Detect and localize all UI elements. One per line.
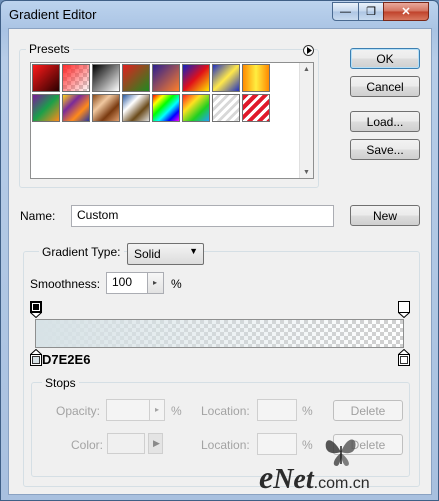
gradient-type-label: Gradient Type: (39, 245, 124, 259)
opacity-location-unit: % (302, 404, 313, 418)
opacity-input[interactable] (106, 399, 150, 421)
dialog-client-area: Presets ▲ ▼ OK Cancel Load... Save... Na… (8, 28, 432, 495)
preset-swatch-fill (93, 95, 119, 121)
preset-swatch-blue-yellow-blue[interactable] (212, 64, 240, 92)
scroll-down-icon[interactable]: ▼ (303, 169, 310, 176)
gradient-preview-bar[interactable] (35, 319, 404, 348)
opacity-location-input[interactable] (257, 399, 297, 421)
preset-swatch-transparent-stripes[interactable] (212, 94, 240, 122)
preset-swatch-fill (33, 65, 59, 91)
preset-swatch-blue-red-yellow[interactable] (182, 64, 210, 92)
arrow-right-icon: ▸ (155, 405, 160, 414)
new-button[interactable]: New (350, 205, 420, 226)
preset-swatch-red-black[interactable] (32, 64, 60, 92)
opacity-stop-right[interactable] (398, 301, 410, 318)
preset-swatch-fill (153, 95, 179, 121)
name-input[interactable]: Custom (71, 205, 334, 227)
stops-label: Stops (42, 376, 79, 390)
window-title: Gradient Editor (9, 7, 97, 22)
smoothness-label: Smoothness: (30, 277, 101, 291)
gradient-fill (36, 320, 403, 347)
gradient-group: Gradient Type: Solid ▼ Smoothness: 100 ▸… (23, 243, 420, 487)
preset-swatch-violet-green-orange[interactable] (32, 94, 60, 122)
minimize-button[interactable]: — (332, 2, 359, 21)
preset-swatch-fill (183, 65, 209, 91)
preset-swatch-fill (123, 65, 149, 91)
opacity-unit: % (171, 404, 182, 418)
preset-swatch-red-stripes[interactable] (242, 94, 270, 122)
watermark-net: Net (273, 464, 314, 495)
smoothness-unit: % (171, 277, 182, 291)
color-hex-readout: D7E2E6 (42, 352, 91, 367)
gradient-editor-window: Gradient Editor — ❐ ✕ Presets ▲ ▼ OK Can… (0, 0, 439, 501)
title-bar[interactable]: Gradient Editor — ❐ ✕ (1, 1, 438, 29)
preset-swatch-fill (213, 95, 239, 121)
opacity-location-label: Location: (201, 404, 250, 418)
watermark-e: e (259, 459, 274, 495)
load-button[interactable]: Load... (350, 111, 420, 132)
preset-swatch-fill (183, 95, 209, 121)
opacity-stop-left[interactable] (30, 301, 42, 318)
preset-swatch-orange-yellow-orange[interactable] (242, 64, 270, 92)
preset-swatch-chrome[interactable] (122, 94, 150, 122)
color-location-input[interactable] (257, 433, 297, 455)
presets-scrollbar[interactable]: ▲ ▼ (299, 63, 313, 178)
close-icon: ✕ (401, 6, 411, 18)
arrow-right-icon: ▶ (153, 438, 160, 448)
color-label: Color: (71, 438, 104, 452)
presets-group: Presets ▲ ▼ (19, 42, 319, 188)
preset-swatch-fill (93, 65, 119, 91)
opacity-delete-button[interactable]: Delete (333, 400, 403, 421)
preset-swatch-fill (153, 65, 179, 91)
opacity-slider-button[interactable]: ▸ (149, 399, 165, 421)
presets-list[interactable]: ▲ ▼ (30, 62, 314, 179)
opacity-label: Opacity: (56, 404, 101, 418)
preset-swatch-yellow-violet-orange-blue[interactable] (62, 94, 90, 122)
color-location-unit: % (302, 438, 313, 452)
gradient-type-value: Solid (134, 247, 161, 261)
color-location-label: Location: (201, 438, 250, 452)
smoothness-input[interactable]: 100 (106, 272, 148, 294)
color-stop-right[interactable] (398, 349, 410, 366)
preset-swatch-spectrum[interactable] (152, 94, 180, 122)
preset-swatch-violet-orange[interactable] (152, 64, 180, 92)
watermark-domain: .com.cn (313, 475, 370, 492)
preset-swatch-transparent-rainbow[interactable] (182, 94, 210, 122)
preset-swatch-grid (32, 64, 292, 130)
preset-swatch-red-green[interactable] (122, 64, 150, 92)
ok-button[interactable]: OK (350, 48, 420, 69)
name-label: Name: (20, 209, 56, 223)
preset-swatch-fill (243, 65, 269, 91)
close-button[interactable]: ✕ (383, 2, 429, 21)
presets-label: Presets (26, 42, 73, 56)
color-stop-left[interactable] (30, 349, 42, 366)
preset-swatch-fill (213, 65, 239, 91)
cancel-button[interactable]: Cancel (350, 76, 420, 97)
preset-swatch-fill (63, 65, 89, 91)
preset-swatch-fill (33, 95, 59, 121)
arrow-circle-icon[interactable] (303, 45, 314, 56)
minimize-icon: — (340, 5, 351, 18)
color-menu-button[interactable]: ▶ (148, 433, 163, 454)
save-button[interactable]: Save... (350, 139, 420, 160)
preset-swatch-copper[interactable] (92, 94, 120, 122)
gradient-type-dropdown[interactable]: Solid ▼ (127, 243, 204, 265)
color-swatch-picker[interactable] (107, 433, 145, 454)
arrow-right-icon: ▸ (153, 278, 158, 287)
preset-swatch-red-transparent[interactable] (62, 64, 90, 92)
smoothness-slider-button[interactable]: ▸ (147, 272, 164, 294)
preset-swatch-fill (63, 95, 89, 121)
watermark-logo: eNet.com.cn (259, 459, 370, 496)
preset-swatch-fill (123, 95, 149, 121)
preset-swatch-fill (243, 95, 269, 121)
preset-swatch-black-white[interactable] (92, 64, 120, 92)
chevron-down-icon: ▼ (189, 246, 198, 256)
scroll-up-icon[interactable]: ▲ (303, 66, 310, 73)
maximize-button[interactable]: ❐ (358, 2, 384, 21)
maximize-icon: ❐ (366, 6, 376, 18)
